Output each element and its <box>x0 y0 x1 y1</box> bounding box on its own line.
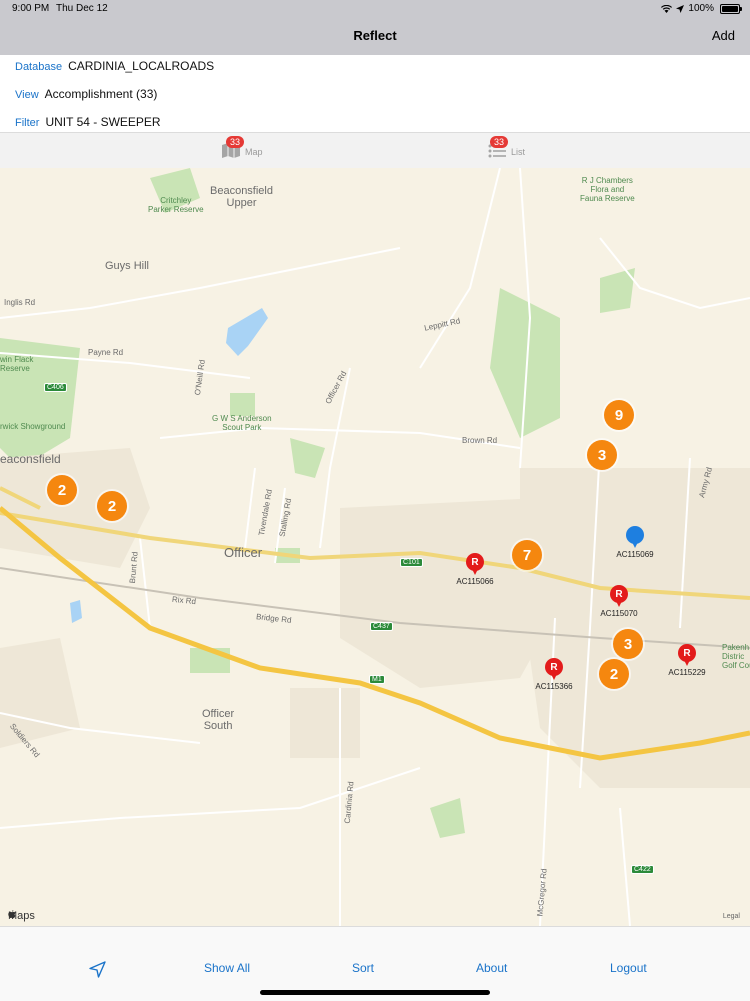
pin-tail <box>472 569 478 575</box>
place-beaconsfield-upper: Beaconsfield Upper <box>210 185 273 209</box>
battery-percent: 100% <box>688 3 714 14</box>
place-win-flack: win Flack Reserve <box>0 355 34 373</box>
battery-icon <box>720 3 742 14</box>
apple-logo-icon <box>8 910 16 918</box>
record-pin[interactable]: R AC115366 <box>524 658 584 698</box>
place-critchley: Critchley Parker Reserve <box>148 196 204 214</box>
sort-button[interactable]: Sort <box>352 961 374 975</box>
cluster-marker[interactable]: 2 <box>599 659 629 689</box>
road-inglis: Inglis Rd <box>4 298 36 307</box>
pin-label: AC115066 <box>456 577 494 586</box>
cluster-marker[interactable]: 3 <box>613 629 643 659</box>
view-row[interactable]: View Accomplishment (33) <box>15 87 157 101</box>
status-right: 100% <box>661 3 742 14</box>
filter-value: UNIT 54 - SWEEPER <box>45 115 161 129</box>
database-value: CARDINIA_LOCALROADS <box>68 59 215 73</box>
cluster-marker[interactable]: 3 <box>587 440 617 470</box>
record-pin[interactable]: R AC115066 <box>445 553 505 593</box>
view-label: View <box>15 89 39 101</box>
pin-tail <box>616 601 622 607</box>
shield-m1: M1 <box>369 675 385 684</box>
query-info: Database CARDINIA_LOCALROADS View Accompli… <box>0 55 750 132</box>
status-time: 9:00 PM <box>12 3 50 14</box>
about-button[interactable]: About <box>476 961 507 975</box>
tab-list[interactable]: 33 List <box>486 133 546 169</box>
place-officer: Officer <box>224 545 263 560</box>
map-badge: 33 <box>226 136 245 148</box>
record-pin[interactable]: R AC115070 <box>589 585 649 625</box>
nav-bar: Reflect Add <box>0 18 750 55</box>
view-tabs: 33 Map 33 List <box>0 132 750 169</box>
cluster-marker[interactable]: 7 <box>512 540 542 570</box>
database-label: Database <box>15 61 63 73</box>
place-rj-chambers: R J Chambers Flora and Fauna Reserve <box>580 176 635 203</box>
status-date: Thu Dec 12 <box>56 3 108 14</box>
cluster-marker[interactable]: 2 <box>97 491 127 521</box>
tab-list-label: List <box>511 147 526 157</box>
shield-c406: C406 <box>44 383 67 392</box>
pin-tail <box>632 542 638 548</box>
pin-label: AC115069 <box>616 550 654 559</box>
filter-label: Filter <box>15 117 40 129</box>
view-value: Accomplishment (33) <box>44 87 158 101</box>
logout-button[interactable]: Logout <box>610 961 647 975</box>
legal-link[interactable]: Legal <box>723 913 740 920</box>
pin-tail <box>551 674 557 680</box>
tab-map[interactable]: 33 Map <box>220 133 280 169</box>
pin-label: AC115366 <box>535 682 573 691</box>
maps-attribution: Maps <box>8 910 35 922</box>
database-row[interactable]: Database CARDINIA_LOCALROADS <box>15 59 214 73</box>
home-indicator[interactable] <box>260 990 490 995</box>
road-payne: Payne Rd <box>88 348 124 357</box>
locate-me-icon[interactable] <box>89 961 106 978</box>
place-officer-south: Officer South <box>202 708 235 732</box>
filter-row[interactable]: Filter UNIT 54 - SWEEPER <box>15 115 161 129</box>
pin-tail <box>684 660 690 666</box>
pin-label: AC115229 <box>668 668 706 677</box>
cluster-marker[interactable]: 2 <box>47 475 77 505</box>
place-beaconsfield: eaconsfield <box>0 452 61 466</box>
tab-map-label: Map <box>245 147 263 157</box>
place-gws-anderson: G W S Anderson Scout Park <box>212 414 272 432</box>
shield-c422: C422 <box>631 865 654 874</box>
app-title: Reflect <box>353 28 397 43</box>
status-bar: 9:00 PM Thu Dec 12 100% <box>0 0 750 18</box>
shield-c437: C437 <box>370 622 393 631</box>
current-location-pin[interactable]: AC115069 <box>605 526 665 566</box>
place-rwick: rwick Showground <box>0 422 66 431</box>
location-arrow-icon <box>676 4 685 13</box>
shield-c101: C101 <box>400 558 423 567</box>
cluster-marker[interactable]: 9 <box>604 400 634 430</box>
show-all-button[interactable]: Show All <box>204 961 250 975</box>
wifi-icon <box>661 4 673 13</box>
map-view[interactable]: Beaconsfield Upper Guys Hill eaconsfield… <box>0 168 750 926</box>
pin-label: AC115070 <box>600 609 638 618</box>
road-brown: Brown Rd <box>462 436 498 445</box>
record-pin[interactable]: R AC115229 <box>657 644 717 684</box>
place-pakenham: Pakenh Distric Golf Cou <box>722 643 750 670</box>
add-button[interactable]: Add <box>712 28 735 43</box>
place-guys-hill: Guys Hill <box>105 260 150 272</box>
list-badge: 33 <box>490 136 509 148</box>
